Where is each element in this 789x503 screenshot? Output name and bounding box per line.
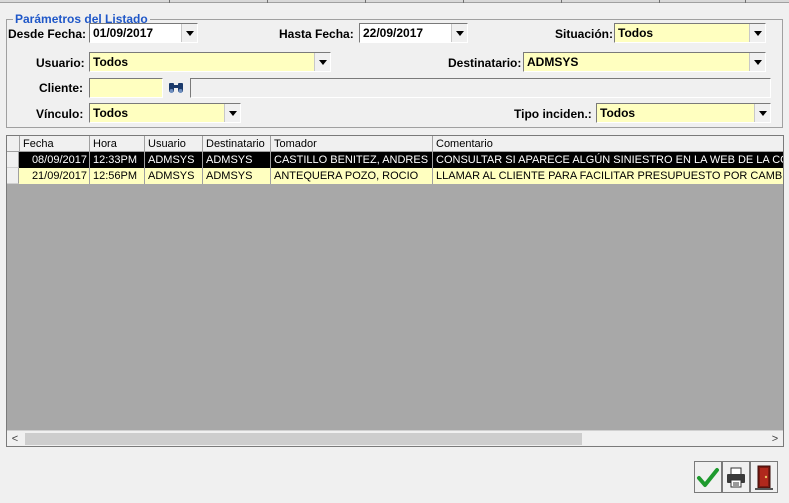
header-hora[interactable]: Hora: [90, 136, 145, 152]
usuario-value: Todos: [93, 55, 129, 69]
chevron-down-icon[interactable]: [451, 24, 467, 42]
chevron-down-icon[interactable]: [754, 104, 770, 122]
destinatario-label: Destinatario:: [448, 56, 522, 70]
cliente-label: Cliente:: [39, 81, 84, 95]
scrollbar-thumb[interactable]: [25, 433, 582, 445]
chevron-down-icon[interactable]: [749, 24, 765, 42]
printer-icon: [727, 467, 745, 488]
cell-usuario: ADMSYS: [145, 152, 203, 168]
cell-comentario: LLAMAR AL CLIENTE PARA FACILITAR PRESUPU…: [436, 170, 783, 182]
usuario-label: Usuario:: [36, 56, 85, 70]
destinatario-value: ADMSYS: [527, 55, 579, 69]
cell-hora: 12:56PM: [90, 168, 145, 184]
cell-comentario: CONSULTAR SI APARECE ALGÚN SINIESTRO EN …: [436, 154, 783, 166]
tipo-incidencia-select[interactable]: Todos: [596, 103, 771, 123]
row-indicator: [7, 168, 19, 184]
cell-destinatario: ADMSYS: [203, 168, 271, 184]
cell-destinatario: ADMSYS: [203, 152, 271, 168]
chevron-down-icon[interactable]: [749, 53, 765, 71]
tipo-incidencia-label: Tipo inciden.:: [514, 107, 592, 121]
table-row[interactable]: 21/09/2017 12:56PM ADMSYS ADMSYS ANTEQUE…: [7, 168, 783, 184]
destinatario-select[interactable]: ADMSYS: [523, 52, 766, 72]
chevron-down-icon[interactable]: [314, 53, 330, 71]
scroll-left-icon[interactable]: <: [7, 431, 23, 446]
incidents-grid[interactable]: Fecha Hora Usuario Destinatario Tomador …: [6, 135, 784, 447]
header-fecha[interactable]: Fecha: [20, 136, 90, 152]
vinculo-value: Todos: [93, 106, 129, 120]
window-top-strip: [0, 0, 789, 3]
desde-fecha-label: Desde Fecha:: [8, 27, 87, 41]
binoculars-icon[interactable]: [166, 79, 186, 97]
scroll-right-icon[interactable]: >: [767, 431, 783, 446]
checkmark-icon: [697, 468, 719, 487]
situacion-select[interactable]: Todos: [614, 23, 766, 43]
desde-fecha-field[interactable]: 01/09/2017: [89, 23, 198, 43]
situacion-value: Todos: [618, 26, 654, 40]
horizontal-scrollbar[interactable]: < >: [7, 430, 783, 446]
cell-hora: 12:33PM: [90, 152, 145, 168]
chevron-down-icon[interactable]: [181, 24, 197, 42]
row-indicator: [7, 152, 19, 168]
cell-usuario: ADMSYS: [145, 168, 203, 184]
tipo-incidencia-value: Todos: [600, 106, 636, 120]
cell-fecha: 08/09/2017: [20, 152, 90, 168]
table-row[interactable]: 08/09/2017 12:33PM ADMSYS ADMSYS CASTILL…: [7, 152, 783, 168]
cell-tomador: CASTILLO BENITEZ, ANDRES: [271, 152, 433, 168]
hasta-fecha-label: Hasta Fecha:: [279, 27, 354, 41]
cliente-code-input[interactable]: [89, 78, 163, 98]
vinculo-select[interactable]: Todos: [89, 103, 241, 123]
hasta-fecha-value: 22/09/2017: [363, 26, 424, 40]
exit-button[interactable]: [750, 461, 778, 493]
exit-door-icon: [755, 465, 773, 490]
vinculo-label: Vínculo:: [36, 107, 84, 121]
chevron-down-icon[interactable]: [224, 104, 240, 122]
desde-fecha-value: 01/09/2017: [93, 26, 154, 40]
header-usuario[interactable]: Usuario: [145, 136, 203, 152]
cell-tomador: ANTEQUERA POZO, ROCIO: [271, 168, 433, 184]
header-tomador[interactable]: Tomador: [271, 136, 433, 152]
action-toolbar: [693, 461, 779, 493]
header-indicator: [7, 136, 20, 152]
situacion-label: Situación:: [555, 27, 614, 41]
print-button[interactable]: [722, 461, 750, 493]
hasta-fecha-field[interactable]: 22/09/2017: [359, 23, 468, 43]
usuario-select[interactable]: Todos: [89, 52, 331, 72]
grid-header: Fecha Hora Usuario Destinatario Tomador …: [7, 136, 783, 152]
header-destinatario[interactable]: Destinatario: [203, 136, 271, 152]
cell-fecha: 21/09/2017: [20, 168, 90, 184]
accept-button[interactable]: [694, 461, 722, 493]
cliente-name-display: [190, 78, 771, 98]
header-comentario[interactable]: Comentario: [433, 136, 783, 152]
